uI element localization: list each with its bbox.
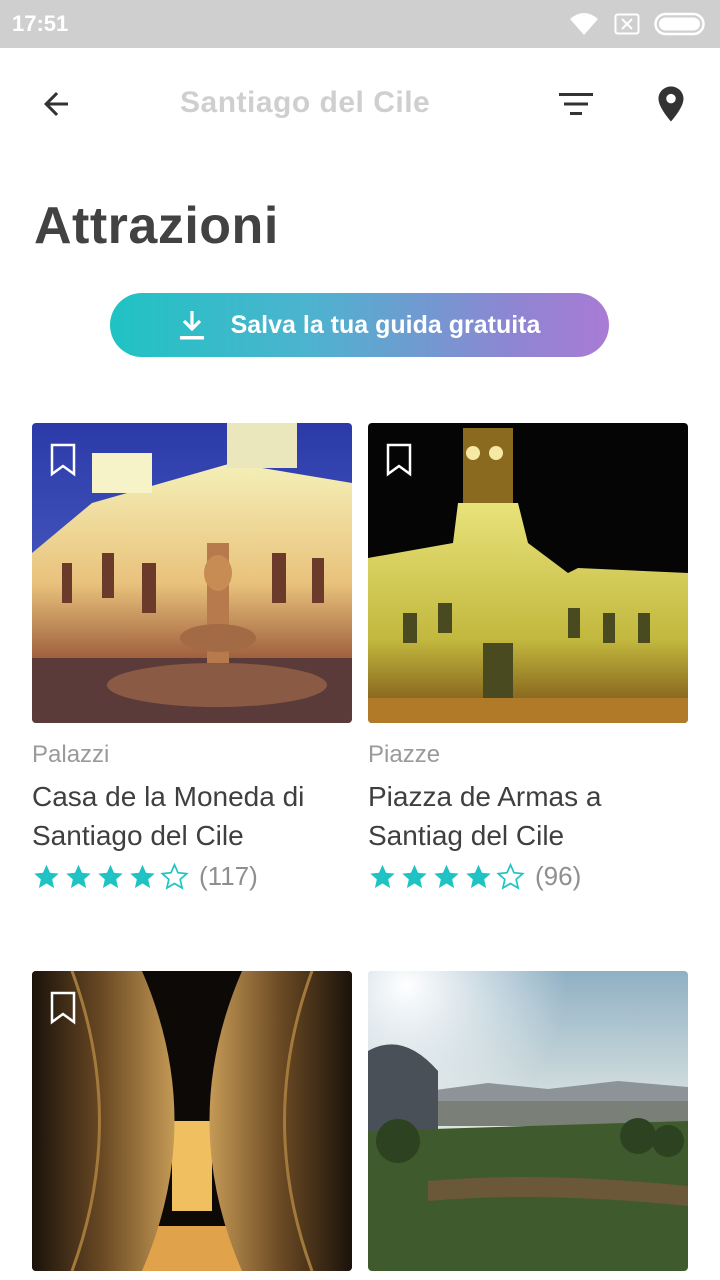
map-pin-icon <box>658 86 684 122</box>
attraction-title[interactable]: Casa de la Moneda di Santiago del Cile <box>32 777 352 855</box>
page-title: Attrazioni <box>34 197 279 255</box>
rating-stars <box>368 862 525 891</box>
star-filled-icon <box>466 864 491 888</box>
attraction-image[interactable] <box>32 423 352 723</box>
attraction-card[interactable]: Piazze Piazza de Armas a Santiag del Cil… <box>368 423 688 892</box>
attraction-image[interactable] <box>368 971 688 1271</box>
attraction-image[interactable] <box>368 423 688 723</box>
rating-stars <box>32 862 189 891</box>
attraction-image[interactable] <box>32 971 352 1271</box>
status-time: 17:51 <box>12 11 69 36</box>
toolbar: Santiago del Cile <box>0 48 720 160</box>
star-filled-icon <box>434 864 459 888</box>
attraction-category: Piazze <box>368 741 441 768</box>
attraction-card[interactable] <box>32 971 352 1271</box>
bookmark-icon[interactable] <box>50 443 76 477</box>
bookmark-icon[interactable] <box>386 443 412 477</box>
attraction-card[interactable]: Palazzi Casa de la Moneda di Santiago de… <box>32 423 352 892</box>
wine-barrels-photo <box>32 971 352 1271</box>
no-sim-icon <box>614 13 640 35</box>
star-filled-icon <box>402 864 427 888</box>
download-icon <box>179 311 204 340</box>
rating-count: (117) <box>199 861 258 891</box>
star-empty-icon <box>496 862 525 890</box>
city-view-photo <box>368 971 688 1271</box>
star-empty-icon <box>160 862 189 890</box>
star-filled-icon <box>34 864 59 888</box>
status-icons <box>568 10 708 38</box>
wifi-icon <box>568 11 600 37</box>
palace-photo <box>32 423 352 723</box>
rating-count: (96) <box>535 861 582 891</box>
back-button[interactable] <box>30 78 82 130</box>
attraction-rating: (96) <box>368 861 688 892</box>
toolbar-title: Santiago del Cile <box>180 86 431 119</box>
filter-icon <box>559 93 593 115</box>
star-filled-icon <box>66 864 91 888</box>
battery-icon <box>654 12 708 36</box>
star-filled-icon <box>370 864 395 888</box>
attraction-card[interactable] <box>368 971 688 1271</box>
filter-button[interactable] <box>550 78 602 130</box>
plaza-photo <box>368 423 688 723</box>
map-button[interactable] <box>645 78 697 130</box>
save-guide-label: Salva la tua guida gratuita <box>230 310 541 339</box>
star-filled-icon <box>98 864 123 888</box>
save-guide-button[interactable]: Salva la tua guida gratuita <box>110 293 609 357</box>
attraction-rating: (117) <box>32 861 352 892</box>
attraction-category: Palazzi <box>32 741 110 768</box>
status-bar: 17:51 <box>0 0 720 48</box>
star-filled-icon <box>130 864 155 888</box>
arrow-back-icon <box>44 92 68 116</box>
bookmark-icon[interactable] <box>50 991 76 1025</box>
attraction-title[interactable]: Piazza de Armas a Santiag del Cile <box>368 777 688 855</box>
